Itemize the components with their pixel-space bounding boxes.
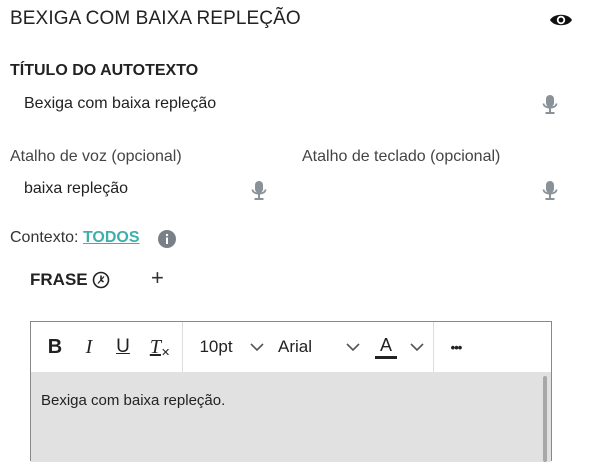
font-color-letter: A	[379, 334, 392, 355]
context-link-todos[interactable]: TODOS	[83, 229, 140, 246]
add-phrase-button[interactable]: +	[151, 267, 167, 289]
history-icon[interactable]	[92, 271, 110, 289]
context-label: Contexto:	[10, 229, 79, 246]
toolbar-divider	[182, 322, 183, 372]
microphone-icon[interactable]	[251, 180, 267, 202]
underline-button[interactable]: U	[109, 322, 137, 372]
voice-shortcut-input[interactable]: baixa repleção	[24, 180, 128, 198]
editor-content[interactable]: Bexiga com baixa repleção.	[31, 372, 551, 462]
editor-toolbar: B I U T ✕ 10pt Arial A •••	[31, 322, 551, 373]
bold-button[interactable]: B	[41, 322, 69, 372]
font-color-button[interactable]: A	[373, 322, 399, 372]
eye-icon[interactable]	[549, 10, 573, 30]
context-row: Contexto: TODOS	[10, 229, 140, 247]
editor-text: Bexiga com baixa repleção.	[41, 392, 226, 409]
scrollbar[interactable]	[543, 376, 547, 462]
more-options-button[interactable]: •••	[441, 322, 471, 372]
microphone-icon[interactable]	[542, 180, 558, 202]
autotext-title-input[interactable]: Bexiga com baixa repleção	[24, 95, 216, 113]
chevron-down-icon[interactable]	[343, 322, 363, 372]
clear-format-button[interactable]: T ✕	[143, 322, 177, 372]
font-size-select[interactable]: 10pt	[191, 322, 241, 372]
font-color-bar	[375, 355, 397, 359]
info-icon[interactable]	[158, 230, 176, 248]
keyboard-shortcut-input[interactable]	[316, 180, 516, 200]
phrase-tab[interactable]: FRASE	[30, 270, 88, 290]
microphone-icon[interactable]	[542, 94, 558, 116]
chevron-down-icon[interactable]	[247, 322, 267, 372]
page-title: BEXIGA COM BAIXA REPLEÇÃO	[10, 8, 301, 29]
keyboard-shortcut-label: Atalho de teclado (opcional)	[302, 148, 501, 165]
rich-text-editor: B I U T ✕ 10pt Arial A ••• Bexiga com ba…	[30, 321, 552, 462]
clear-format-letter: T	[149, 335, 161, 358]
chevron-down-icon[interactable]	[407, 322, 427, 372]
toolbar-divider	[433, 322, 434, 372]
font-family-select[interactable]: Arial	[275, 322, 315, 372]
clear-format-x-icon: ✕	[160, 346, 171, 359]
voice-shortcut-label: Atalho de voz (opcional)	[10, 148, 182, 165]
autotext-title-label: TÍTULO DO AUTOTEXTO	[10, 62, 199, 79]
italic-button[interactable]: I	[75, 322, 103, 372]
